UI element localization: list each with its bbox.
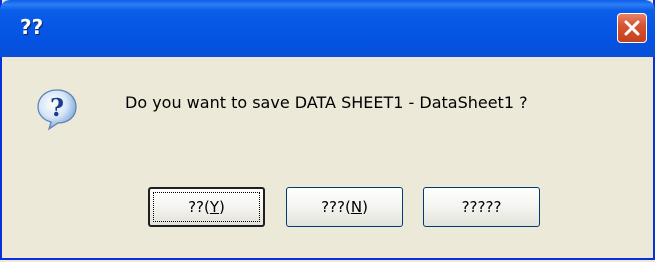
question-icon: ? (37, 89, 77, 131)
cancel-label: ????? (461, 198, 502, 216)
title-bar[interactable]: ?? (0, 0, 655, 57)
cancel-button[interactable]: ????? (423, 187, 540, 227)
dialog-title: ?? (20, 15, 44, 39)
svg-text:?: ? (50, 93, 64, 122)
yes-button[interactable]: ??(Y) (148, 187, 265, 227)
save-dialog: ?? ? Do you want to save DATA SHEET1 - D… (0, 0, 655, 260)
no-button[interactable]: ???(N) (286, 187, 403, 227)
dialog-body: ? Do you want to save DATA SHEET1 - Data… (2, 57, 653, 258)
no-label-suffix: ) (362, 198, 368, 216)
focus-ring (153, 192, 260, 222)
no-mnemonic: N (350, 198, 363, 216)
close-icon (624, 20, 640, 36)
dialog-message: Do you want to save DATA SHEET1 - DataSh… (125, 93, 528, 112)
no-label-prefix: ???( (321, 198, 351, 216)
close-button[interactable] (617, 13, 647, 43)
